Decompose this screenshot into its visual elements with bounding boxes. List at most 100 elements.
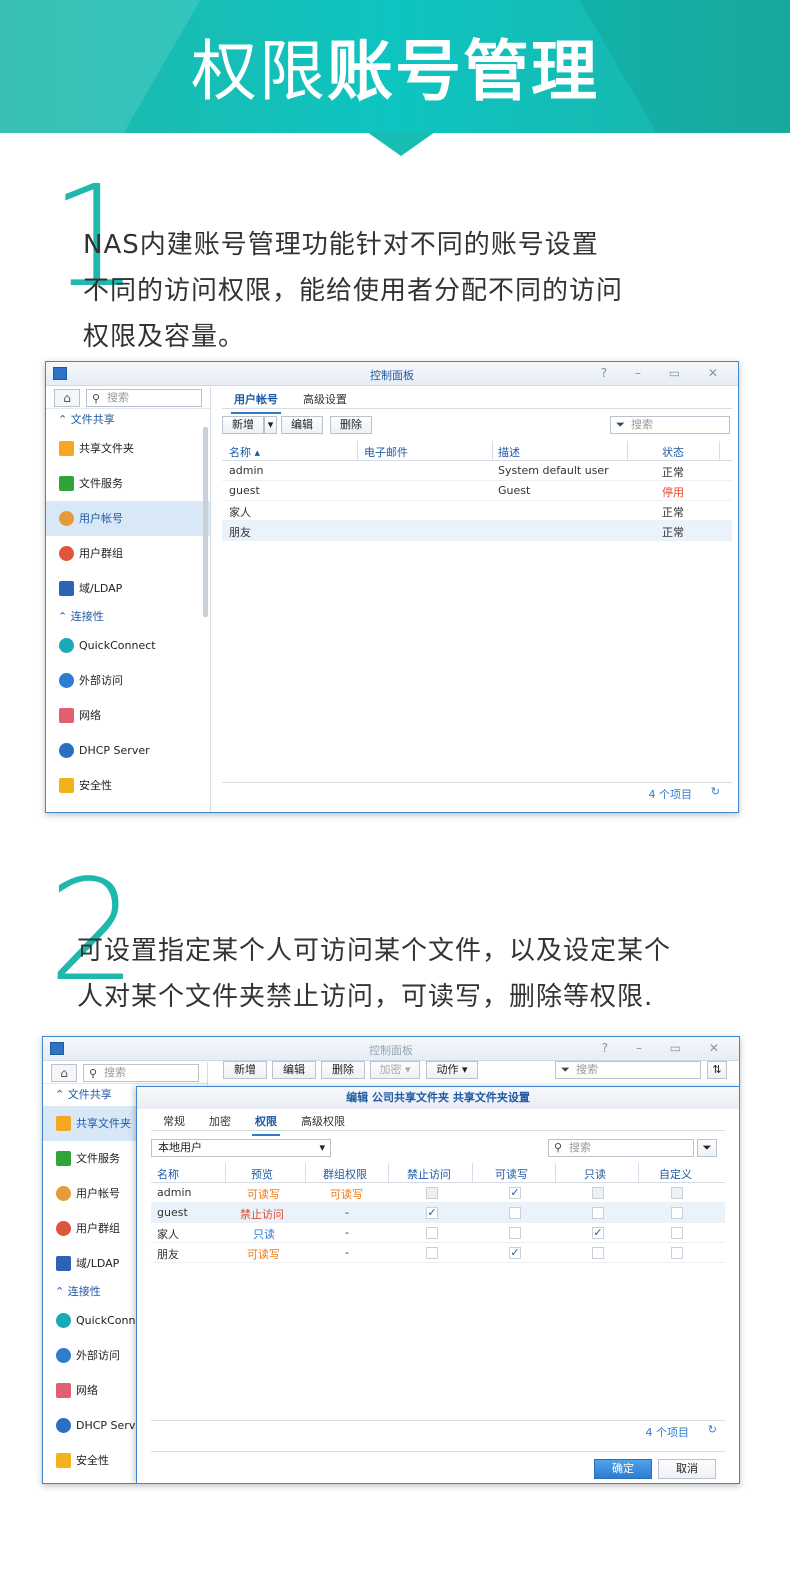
col-status[interactable]: 状态 [662,444,684,460]
col-name[interactable]: 名称 [157,1166,179,1182]
sidebar-item-shared-folder[interactable]: 共享文件夹 [46,431,210,466]
user-icon [56,1186,71,1201]
read-write-checkbox[interactable]: ✓ [509,1247,521,1259]
sidebar-item-ldap[interactable]: 域/LDAP [46,571,210,606]
encrypt-button[interactable]: 加密 ▾ [370,1061,420,1079]
read-write-checkbox[interactable] [509,1207,521,1219]
action-button[interactable]: 动作 ▾ [426,1061,478,1079]
col-divider [305,1163,306,1183]
custom-checkbox[interactable] [671,1187,683,1199]
col-divider [225,1163,226,1183]
read-only-checkbox[interactable] [592,1247,604,1259]
read-only-checkbox[interactable] [592,1207,604,1219]
network-home-icon [59,708,74,723]
item-count: 4 个项目 [645,1426,690,1439]
sidebar-item-user-groups[interactable]: 用户群组 [46,536,210,571]
col-group-permission[interactable]: 群组权限 [323,1166,367,1182]
tab-advanced[interactable]: 高级设置 [303,391,347,407]
tab-permissions[interactable]: 权限 [252,1113,280,1136]
filter-search-input[interactable]: ⏷ 搜索 [555,1061,701,1079]
sidebar: ⌂ ⚲ 搜索 ⌃ 文件共享 共享文件夹 文件服务 用户帐号 用户群组 域/LDAP… [46,387,211,812]
new-button[interactable]: 新增 [222,416,264,434]
read-write-checkbox[interactable]: ✓ [509,1187,521,1199]
sidebar-item-external-access[interactable]: 外部访问 [46,663,210,698]
table-row[interactable]: admin 可读写 可读写 ✓ [151,1183,725,1203]
deny-checkbox[interactable] [426,1187,438,1199]
item-count: 4 个项目 [648,788,693,801]
filter-search-input[interactable]: ⏷ 搜索 [610,416,730,434]
file-services-icon [56,1151,71,1166]
table-row[interactable]: 家人 正常 [222,501,732,521]
new-button[interactable]: 新增 [223,1061,267,1079]
col-divider [357,441,358,461]
custom-checkbox[interactable] [671,1247,683,1259]
sidebar-item-network[interactable]: 网络 [46,698,210,733]
table-row[interactable]: admin System default user 正常 [222,461,732,481]
col-divider [638,1163,639,1183]
cancel-button[interactable]: 取消 [658,1459,716,1479]
tab-bar: 用户帐号 高级设置 [222,387,732,414]
col-email[interactable]: 电子邮件 [364,444,408,460]
sort-button[interactable]: ⇅ [707,1061,727,1079]
window-controls[interactable]: ? – ▭ ✕ [601,366,730,380]
read-only-checkbox[interactable]: ✓ [592,1227,604,1239]
tab-encryption[interactable]: 加密 [209,1113,231,1129]
user-icon [59,511,74,526]
col-description[interactable]: 描述 [498,444,520,460]
filter-icon: ⏷ [616,418,625,431]
custom-checkbox[interactable] [671,1207,683,1219]
col-custom[interactable]: 自定义 [659,1166,692,1182]
window-titlebar: 控制面板 ? – ▭ ✕ [46,362,738,386]
tab-general[interactable]: 常规 [163,1113,185,1129]
deny-checkbox[interactable]: ✓ [426,1207,438,1219]
col-read-write[interactable]: 可读写 [495,1166,528,1182]
table-row[interactable]: 朋友 可读写 - ✓ [151,1243,725,1263]
user-type-select[interactable]: 本地用户 ▾ [151,1139,331,1157]
custom-checkbox[interactable] [671,1227,683,1239]
edit-button[interactable]: 编辑 [272,1061,316,1079]
section2-text: 可设置指定某个人可访问某个文件，以及设定某个 人对某个文件夹禁止访问，可读写，删… [77,936,672,1012]
delete-button[interactable]: 删除 [321,1061,365,1079]
col-preview[interactable]: 预览 [251,1166,273,1182]
read-write-checkbox[interactable] [509,1227,521,1239]
sidebar-item-dhcp[interactable]: DHCP Server [46,733,210,768]
home-button[interactable]: ⌂ [54,389,80,407]
col-read-only[interactable]: 只读 [584,1166,606,1182]
sidebar-item-user-accounts[interactable]: 用户帐号 [46,501,210,536]
sidebar-section-share[interactable]: ⌃ 文件共享 [46,409,210,431]
read-only-checkbox[interactable] [592,1187,604,1199]
dialog-search-input[interactable]: ⚲ 搜索 [548,1139,694,1157]
ok-button[interactable]: 确定 [594,1459,652,1479]
refresh-icon[interactable]: ↻ [711,785,720,798]
table-row[interactable]: guest 禁止访问 - ✓ [151,1203,725,1223]
home-button[interactable]: ⌂ [51,1064,77,1082]
tab-user-accounts[interactable]: 用户帐号 [231,391,281,414]
deny-checkbox[interactable] [426,1227,438,1239]
table-row[interactable]: guest Guest 停用 [222,481,732,501]
col-name[interactable]: 名称 ▴ [229,444,260,460]
dialog-filter-button[interactable]: ⏷ [697,1139,717,1157]
banner-arrow [367,132,435,156]
dialog-table-footer: 4 个项目 ↻ [151,1420,725,1440]
col-deny[interactable]: 禁止访问 [407,1166,451,1182]
edit-button[interactable]: 编辑 [281,416,323,434]
sidebar-section-connectivity[interactable]: ⌃ 连接性 [46,606,210,628]
table-row[interactable]: 朋友 正常 [222,521,732,541]
refresh-icon[interactable]: ↻ [708,1423,717,1436]
window-controls[interactable]: ? – ▭ ✕ [602,1041,731,1055]
window-titlebar: 控制面板 ? – ▭ ✕ [43,1037,739,1061]
edit-shared-folder-dialog: 编辑 公司共享文件夹 共享文件夹设置 常规 加密 权限 高级权限 本地用户 ▾ ⚲… [136,1086,739,1483]
control-panel-window-users: 控制面板 ? – ▭ ✕ ⌂ ⚲ 搜索 ⌃ 文件共享 共享文件夹 文件服务 用户帐… [45,361,739,813]
sidebar-item-quickconnect[interactable]: QuickConnect [46,628,210,663]
sidebar-item-security[interactable]: 安全性 [46,768,210,803]
deny-checkbox[interactable] [426,1247,438,1259]
home-icon: ⌂ [63,391,71,405]
table-row[interactable]: 家人 只读 - ✓ [151,1223,725,1243]
sidebar-item-file-services[interactable]: 文件服务 [46,466,210,501]
sidebar-search-input[interactable]: ⚲ 搜索 [86,389,202,407]
sidebar-search-input[interactable]: ⚲ 搜索 [83,1064,199,1082]
sidebar-scrollbar[interactable] [203,427,208,617]
delete-button[interactable]: 删除 [330,416,372,434]
tab-advanced-permissions[interactable]: 高级权限 [301,1113,345,1129]
new-dropdown-button[interactable]: ▾ [264,416,277,434]
